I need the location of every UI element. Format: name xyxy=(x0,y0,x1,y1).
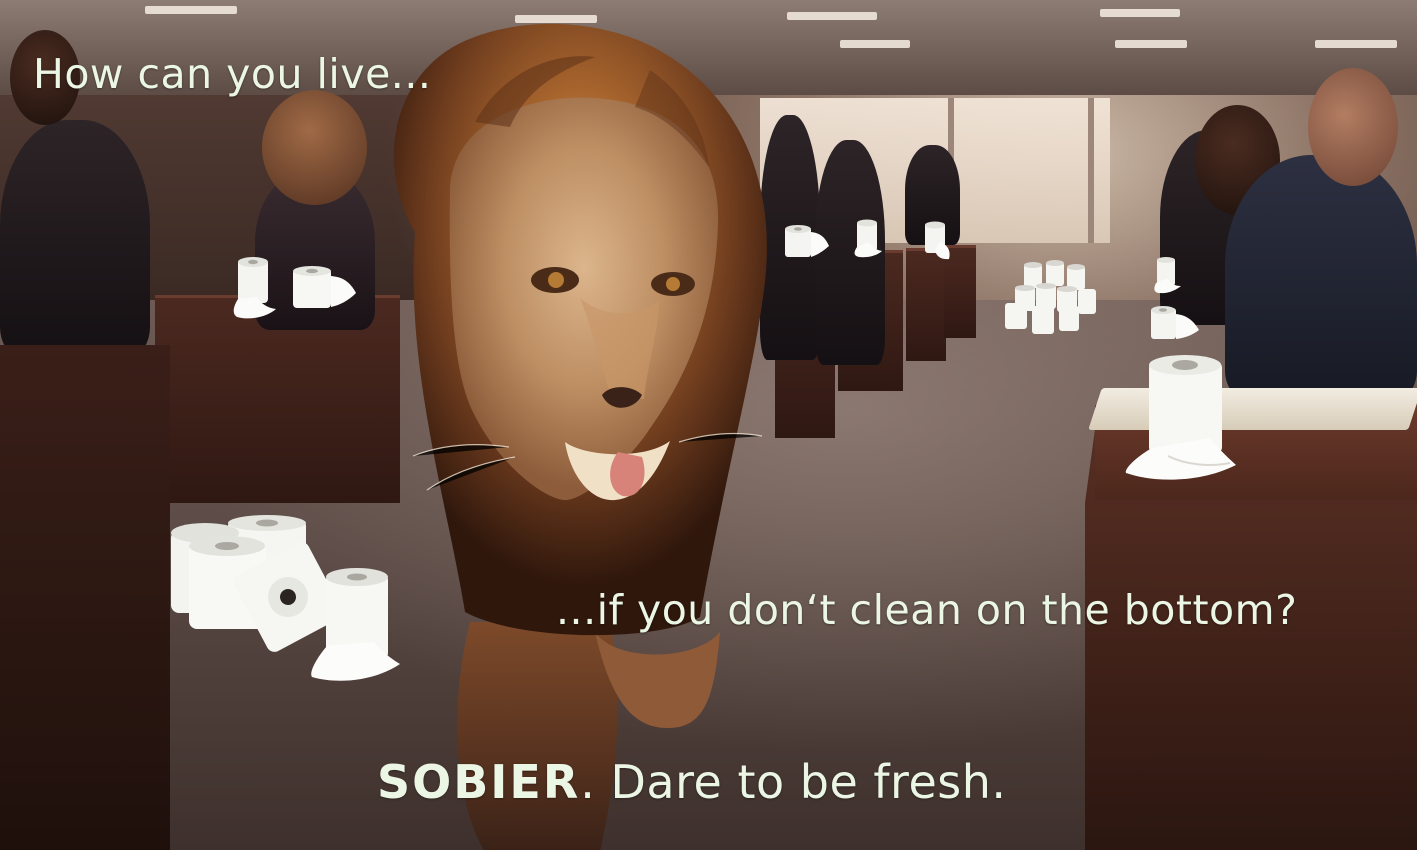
office-desk xyxy=(906,248,946,361)
headline-middle: ...if you don‘t clean on the bottom? xyxy=(556,586,1298,634)
headline-top: How can you live... xyxy=(33,50,432,98)
lion-icon xyxy=(355,22,790,850)
toilet-roll-icon xyxy=(782,222,830,262)
toilet-roll-icon xyxy=(1002,258,1100,340)
office-worker-head xyxy=(262,90,367,205)
office-worker-head xyxy=(1308,68,1398,186)
foreground-desk xyxy=(0,345,170,850)
toilet-roll-icon xyxy=(288,262,358,314)
ceiling-light xyxy=(1315,40,1397,48)
window-mullion xyxy=(1088,98,1094,243)
toilet-roll-icon xyxy=(851,218,883,258)
ceiling-light xyxy=(1100,9,1180,17)
toilet-roll-icon xyxy=(1124,352,1240,484)
ceiling-light xyxy=(145,6,237,14)
tagline-text: . Dare to be fresh. xyxy=(580,755,1007,809)
toilet-roll-icon xyxy=(1148,303,1200,343)
office-worker xyxy=(0,120,150,355)
brand-name: SOBIER xyxy=(377,755,581,809)
ceiling-light xyxy=(787,12,877,20)
advertisement-scene: How can you live... ...if you don‘t clea… xyxy=(0,0,1417,850)
office-worker xyxy=(1225,155,1417,400)
toilet-roll-icon xyxy=(920,220,952,262)
toilet-roll-icon xyxy=(230,254,280,321)
tagline: SOBIER. Dare to be fresh. xyxy=(377,755,1007,809)
toilet-roll-icon xyxy=(1150,255,1182,295)
toilet-roll-icon xyxy=(168,515,404,685)
ceiling-light xyxy=(1115,40,1187,48)
ceiling-light xyxy=(840,40,910,48)
